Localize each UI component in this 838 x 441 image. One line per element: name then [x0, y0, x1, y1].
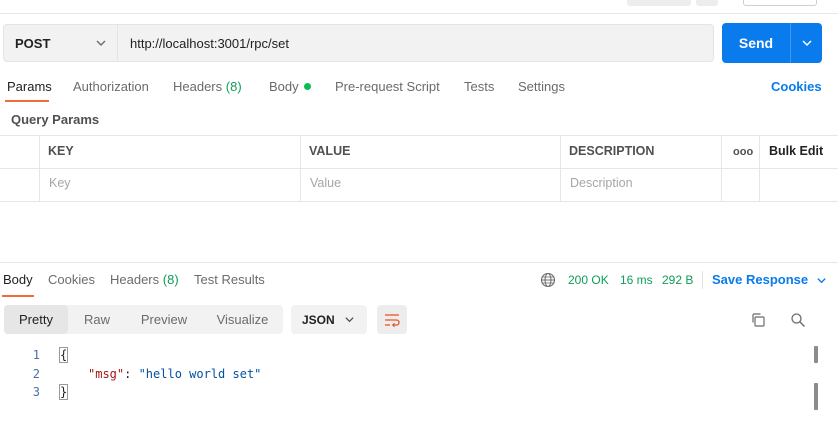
tab-params[interactable]: Params	[7, 79, 52, 97]
code-line-1: {	[58, 347, 69, 363]
query-params-title: Query Params	[11, 112, 100, 127]
line-number: 2	[32, 367, 40, 381]
line-number: 1	[32, 348, 40, 362]
tab-headers-label: Headers	[173, 79, 223, 94]
separator	[702, 271, 703, 289]
response-divider[interactable]	[0, 262, 838, 263]
column-divider	[560, 135, 561, 202]
tab-body-label: Body	[269, 79, 299, 94]
view-pretty[interactable]: Pretty	[4, 305, 68, 334]
chevron-down-icon	[96, 40, 106, 46]
active-tab-indicator	[5, 100, 49, 102]
chevron-down-icon	[801, 40, 812, 47]
code-line-3: }	[58, 384, 69, 400]
open-brace: {	[58, 347, 69, 363]
column-header-description: DESCRIPTION	[569, 144, 655, 158]
column-header-value: VALUE	[309, 144, 351, 158]
tab-authorization[interactable]: Authorization	[73, 79, 149, 97]
more-options-button[interactable]: ooo	[733, 146, 753, 158]
description-input[interactable]: Description	[570, 176, 633, 190]
value-input[interactable]: Value	[310, 176, 341, 190]
response-tab-body[interactable]: Body	[3, 272, 33, 287]
key-input[interactable]: Key	[49, 176, 71, 190]
scrollbar-marker[interactable]	[814, 383, 818, 410]
response-tab-cookies[interactable]: Cookies	[48, 272, 95, 287]
close-brace: }	[58, 384, 69, 400]
column-divider	[721, 135, 722, 202]
line-number: 3	[32, 385, 40, 399]
column-divider	[39, 135, 40, 202]
wrap-lines-button[interactable]	[377, 305, 407, 334]
response-time[interactable]: 16 ms	[620, 273, 653, 287]
response-headers-count: (8)	[162, 272, 179, 287]
column-divider	[759, 135, 760, 202]
format-label: JSON	[302, 312, 335, 327]
view-visualize[interactable]: Visualize	[202, 305, 283, 334]
method-select[interactable]: POST	[3, 24, 118, 62]
tab-settings[interactable]: Settings	[518, 79, 565, 97]
copy-icon[interactable]	[750, 312, 766, 328]
column-header-key: KEY	[48, 144, 74, 158]
column-divider	[300, 135, 301, 202]
url-text: http://localhost:3001/rpc/set	[130, 35, 289, 51]
headers-count: (8)	[225, 79, 242, 94]
table-divider	[0, 168, 838, 169]
tab-tests[interactable]: Tests	[464, 79, 494, 97]
response-tab-headers-label: Headers	[110, 272, 160, 287]
body-indicator-dot	[303, 83, 311, 91]
json-colon: :	[124, 367, 139, 381]
search-icon[interactable]	[790, 312, 806, 328]
method-label: POST	[15, 35, 51, 51]
globe-icon[interactable]	[540, 272, 556, 288]
response-tab-headers[interactable]: Headers (8)	[110, 272, 179, 287]
active-response-tab-indicator	[2, 295, 34, 297]
send-button[interactable]: Send	[722, 23, 822, 63]
view-preview[interactable]: Preview	[126, 305, 202, 334]
chevron-down-icon	[817, 278, 826, 284]
toolbar-button-remnant[interactable]	[627, 0, 691, 6]
tab-pre-request-script[interactable]: Pre-request Script	[335, 79, 440, 97]
tab-headers[interactable]: Headers (8)	[173, 79, 242, 97]
scrollbar-marker[interactable]	[814, 346, 818, 363]
response-size[interactable]: 292 B	[662, 273, 693, 287]
json-key: "msg"	[88, 367, 125, 381]
send-label: Send	[738, 35, 774, 51]
bulk-edit-button[interactable]: Bulk Edit	[769, 144, 823, 158]
wrap-lines-icon	[385, 313, 400, 327]
save-response-button[interactable]: Save Response	[712, 272, 827, 287]
cookies-link[interactable]: Cookies	[771, 79, 822, 94]
view-mode-switcher: Pretty Raw Preview Visualize	[4, 305, 283, 334]
save-response-label: Save Response	[712, 272, 809, 287]
status-code[interactable]: 200 OK	[568, 273, 609, 287]
toolbar-button-remnant[interactable]	[696, 0, 718, 6]
view-raw[interactable]: Raw	[68, 305, 126, 334]
chevron-down-icon	[345, 317, 354, 323]
response-tab-test-results[interactable]: Test Results	[194, 272, 265, 287]
json-value: "hello world set"	[138, 367, 262, 381]
send-options-button[interactable]	[790, 23, 822, 63]
url-input[interactable]: http://localhost:3001/rpc/set	[118, 24, 714, 62]
code-line-2: "msg": "hello world set"	[88, 367, 261, 381]
format-select[interactable]: JSON	[291, 305, 367, 334]
tab-body[interactable]: Body	[269, 79, 311, 97]
toolbar-button-remnant[interactable]	[743, 0, 817, 6]
